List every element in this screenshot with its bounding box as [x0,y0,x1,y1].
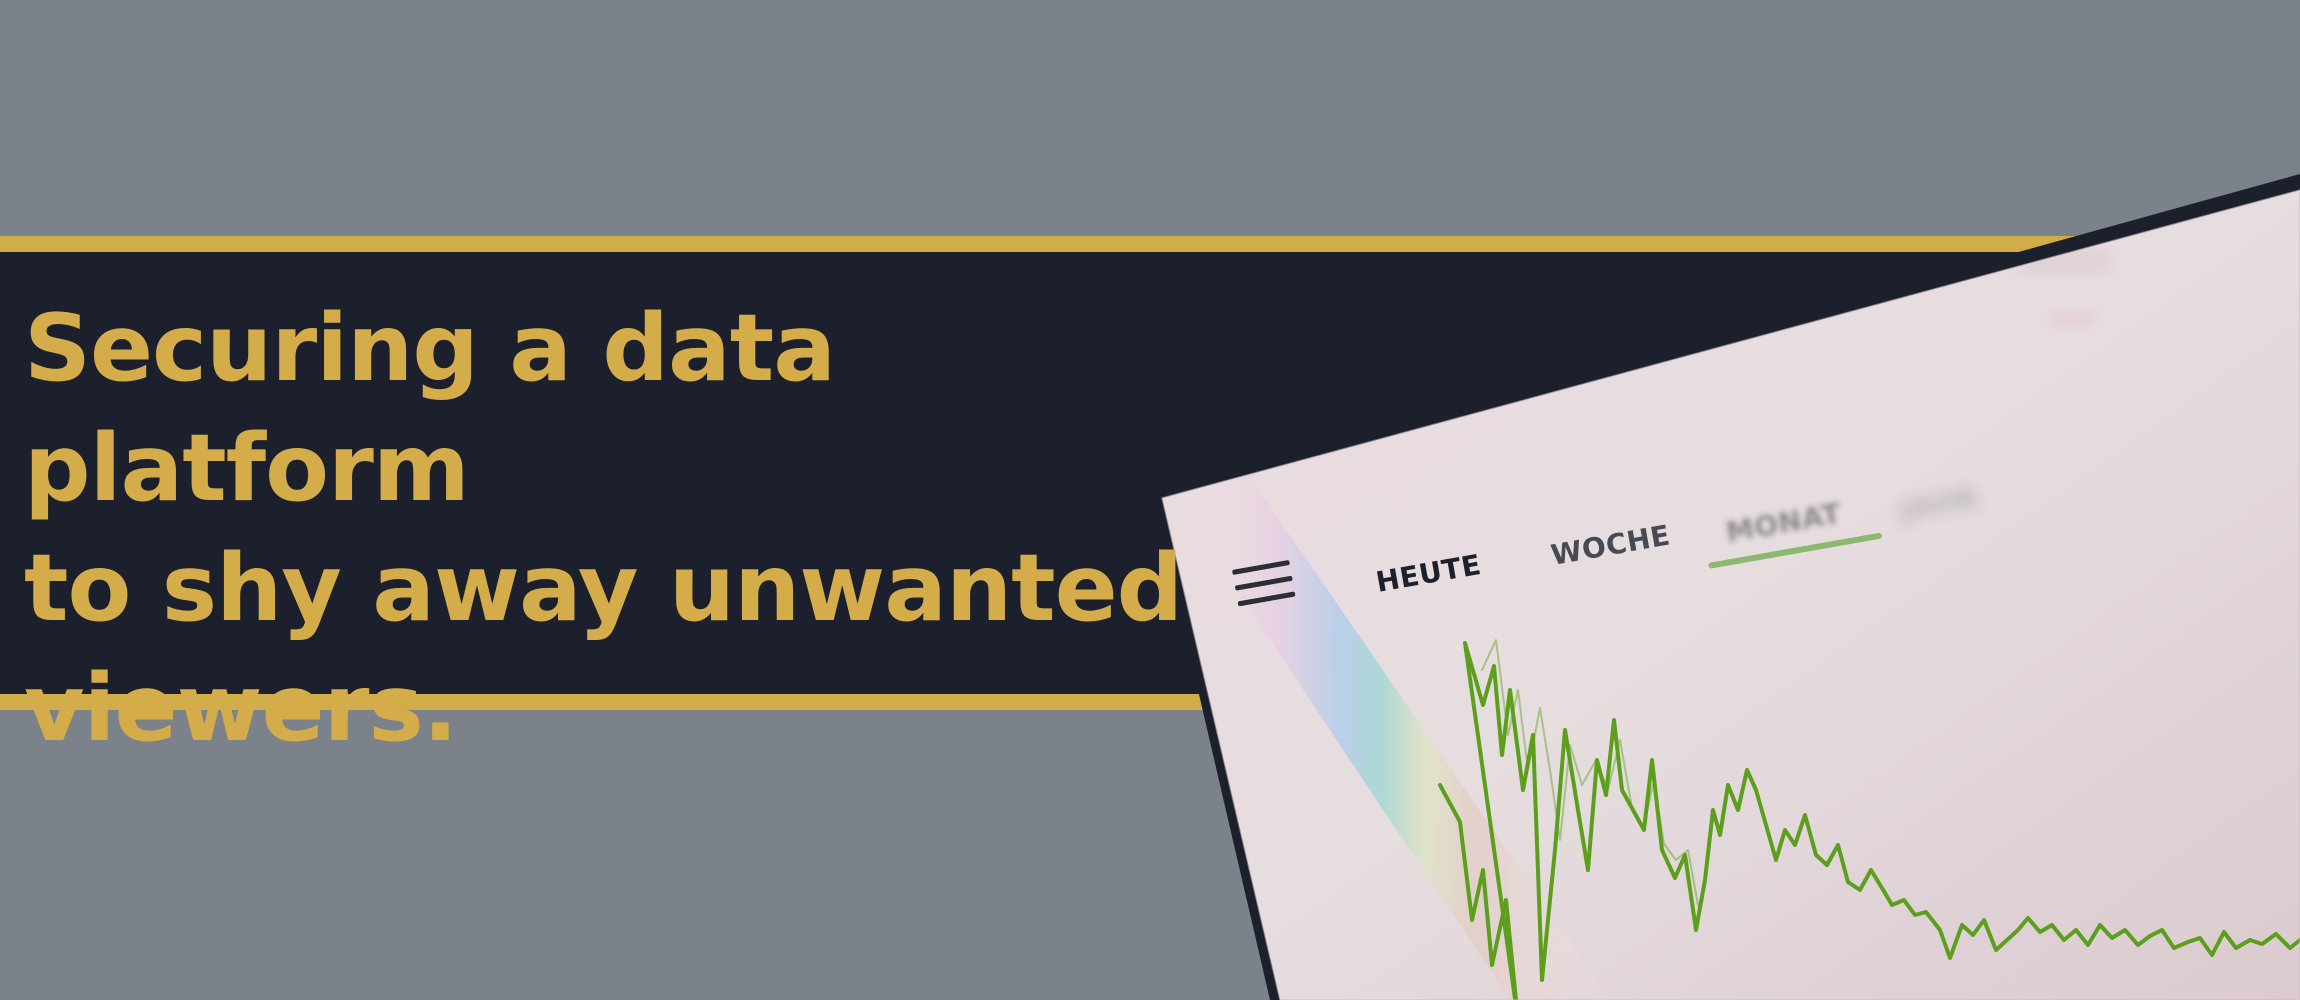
headline: Securing a data platform to shy away unw… [24,294,1183,762]
top-right-marker: •••• [2050,310,2096,331]
